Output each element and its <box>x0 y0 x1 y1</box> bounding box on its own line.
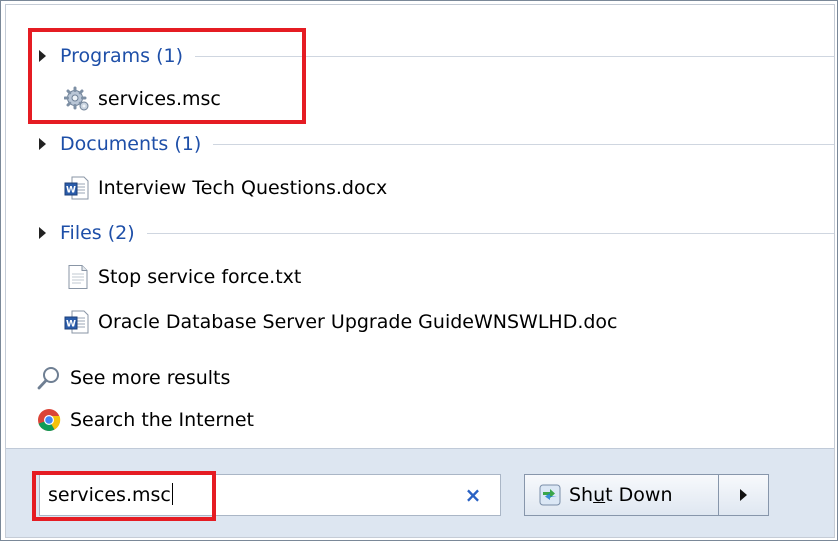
result-label: Interview Tech Questions.docx <box>98 177 388 199</box>
result-item-stop-service-txt[interactable]: Stop service force.txt <box>64 260 301 294</box>
search-internet-link[interactable]: Search the Internet <box>36 403 254 437</box>
group-divider <box>213 143 834 145</box>
shutdown-button[interactable]: Shut Down <box>525 475 720 515</box>
start-menu-bottom-bar: services.msc × Shut Down <box>5 448 835 538</box>
result-item-oracle-guide-doc[interactable]: W Oracle Database Server Upgrade GuideWN… <box>64 305 618 339</box>
group-label-files: Files (2) <box>60 222 135 244</box>
expand-triangle-icon[interactable] <box>39 138 46 150</box>
shutdown-options-button[interactable] <box>719 475 768 515</box>
text-file-icon <box>68 265 88 289</box>
clear-search-icon[interactable]: × <box>460 481 486 509</box>
chevron-right-icon <box>740 489 748 501</box>
result-label: Stop service force.txt <box>98 266 302 288</box>
svg-text:W: W <box>66 320 76 330</box>
shutdown-label: Shut Down <box>569 484 673 506</box>
search-internet-label: Search the Internet <box>70 409 254 431</box>
search-results-panel: Programs (1) services.msc Documents (1) <box>5 4 835 449</box>
svg-text:W: W <box>66 186 76 196</box>
group-header-documents[interactable]: Documents (1) <box>6 129 834 159</box>
group-divider <box>146 232 834 234</box>
highlight-box-search <box>32 471 216 521</box>
word-document-icon: W <box>64 310 89 334</box>
highlight-box-programs <box>28 28 306 124</box>
result-label: Oracle Database Server Upgrade GuideWNSW… <box>98 311 618 333</box>
word-document-icon: W <box>64 176 89 200</box>
search-icon <box>37 367 59 390</box>
expand-triangle-icon[interactable] <box>39 227 46 239</box>
result-item-interview-docx[interactable]: W Interview Tech Questions.docx <box>64 171 387 205</box>
group-header-files[interactable]: Files (2) <box>6 218 834 248</box>
shutdown-arrows-icon <box>539 484 561 506</box>
shutdown-button-group: Shut Down <box>524 474 769 516</box>
group-label-documents: Documents (1) <box>60 133 202 155</box>
see-more-label: See more results <box>70 367 231 389</box>
chrome-browser-icon <box>38 409 61 431</box>
see-more-results-link[interactable]: See more results <box>36 361 230 395</box>
